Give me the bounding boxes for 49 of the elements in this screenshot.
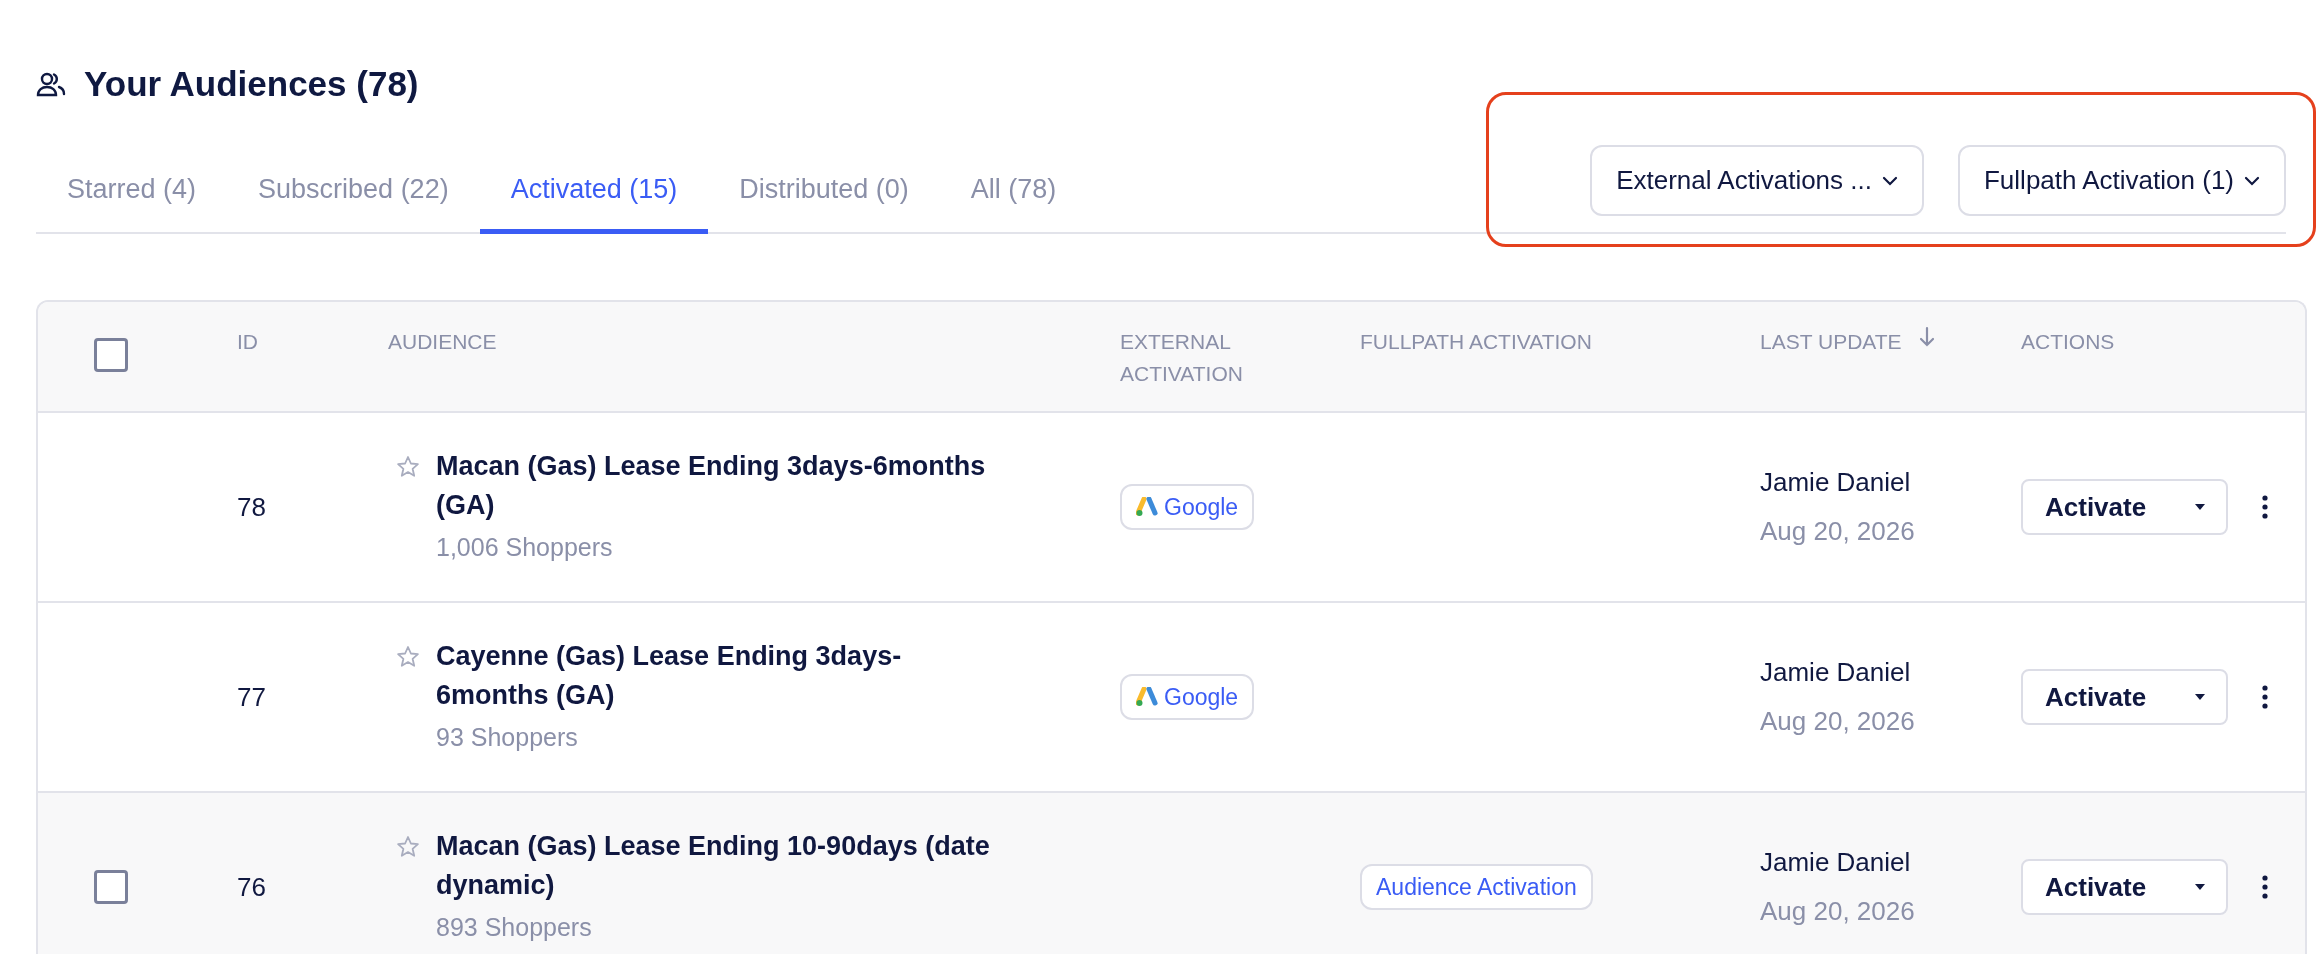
- updated-by: Jamie Daniel: [1760, 466, 1912, 499]
- audience-id: 77: [237, 681, 266, 712]
- more-options-icon[interactable]: [2262, 495, 2268, 519]
- chevron-down-icon: [2244, 175, 2260, 186]
- people-icon: [36, 71, 66, 97]
- audience-id: 78: [237, 491, 266, 522]
- audience-name[interactable]: Macan (Gas) Lease Ending 10-90days (date dynamic): [436, 827, 1006, 906]
- row-checkbox[interactable]: [94, 870, 128, 904]
- caret-down-icon: [2194, 693, 2206, 701]
- chevron-down-icon: [1882, 175, 1898, 186]
- table-row[interactable]: 78 Macan (Gas) Lease Ending 3days-6months (GA) 1,006 Shoppers Google Jamie Daniel Aug 20, 2026 Activate: [38, 412, 2305, 602]
- updated-date: Aug 20, 2026: [1760, 705, 1916, 738]
- filter-dropdown[interactable]: Fullpath Activation (1): [1958, 145, 2286, 216]
- audience-name[interactable]: Macan (Gas) Lease Ending 3days-6months (GA): [436, 447, 1006, 526]
- updated-date: Aug 20, 2026: [1760, 515, 1916, 548]
- audience-name[interactable]: Cayenne (Gas) Lease Ending 3days-6months (GA): [436, 637, 1006, 716]
- column-header: AUDIENCE: [388, 329, 497, 355]
- column-header: FULLPATH ACTIVATION: [1360, 329, 1592, 355]
- more-options-icon[interactable]: [2262, 685, 2268, 709]
- activation-badge: Google: [1120, 673, 1255, 721]
- more-options-icon[interactable]: [2262, 875, 2268, 899]
- audience-id: 76: [237, 871, 266, 902]
- star-icon[interactable]: [396, 645, 420, 670]
- updated-date: Aug 20, 2026: [1760, 895, 1916, 928]
- updated-by: Jamie Daniel: [1760, 846, 1912, 879]
- activate-button[interactable]: Activate: [2021, 669, 2228, 725]
- table-row[interactable]: 76 Macan (Gas) Lease Ending 10-90days (date dynamic) 893 Shoppers Audience Activation Jamie Daniel Aug 20, 2026 Activate: [38, 792, 2305, 954]
- page-title: Your Audiences (78): [84, 63, 419, 105]
- updated-by: Jamie Daniel: [1760, 656, 1912, 689]
- select-all-checkbox[interactable]: [94, 338, 128, 372]
- star-icon[interactable]: [396, 455, 420, 480]
- tab[interactable]: Activated (15): [479, 150, 709, 234]
- column-header: EXTERNAL ACTIVATION: [1120, 329, 1244, 387]
- activate-button[interactable]: Activate: [2021, 859, 2228, 915]
- activation-badge: Audience Activation: [1360, 863, 1593, 911]
- table-row[interactable]: 77 Cayenne (Gas) Lease Ending 3days-6months (GA) 93 Shoppers Google Jamie Daniel Aug 20, 2026 Activate: [38, 602, 2305, 792]
- ads-logo-icon: [1136, 687, 1158, 707]
- filter-dropdown[interactable]: External Activations ...: [1590, 145, 1924, 216]
- caret-down-icon: [2194, 503, 2206, 511]
- activate-button[interactable]: Activate: [2021, 479, 2228, 535]
- column-header: ID: [237, 329, 258, 355]
- column-header: ACTIONS: [2021, 329, 2115, 355]
- shopper-count: 93 Shoppers: [436, 722, 579, 754]
- caret-down-icon: [2194, 883, 2206, 891]
- ads-logo-icon: [1136, 497, 1158, 517]
- shopper-count: 893 Shoppers: [436, 912, 593, 944]
- shopper-count: 1,006 Shoppers: [436, 532, 614, 564]
- star-icon[interactable]: [396, 835, 420, 860]
- activation-badge: Google: [1120, 483, 1255, 531]
